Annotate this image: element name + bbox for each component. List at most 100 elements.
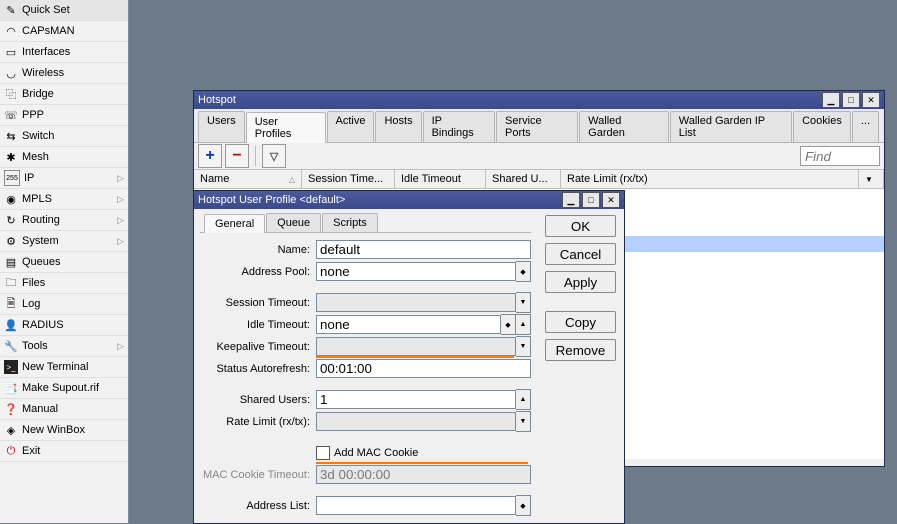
sidebar-item-capsman[interactable]: ◠CAPsMAN: [0, 21, 128, 42]
sidebar-item-switch[interactable]: ⇆Switch: [0, 126, 128, 147]
tab-walled-garden-ip[interactable]: Walled Garden IP List: [670, 111, 792, 142]
tab-cookies[interactable]: Cookies: [793, 111, 851, 142]
tab-ip-bindings[interactable]: IP Bindings: [423, 111, 495, 142]
address-pool-dropdown[interactable]: ◆: [516, 261, 531, 282]
sidebar-item-make-supout[interactable]: 📑Make Supout.rif: [0, 378, 128, 399]
session-timeout-toggle[interactable]: ▼: [516, 292, 531, 313]
system-icon: ⚙: [4, 234, 18, 248]
sidebar-item-new-terminal[interactable]: >_New Terminal: [0, 357, 128, 378]
col-session-timeout[interactable]: Session Time...: [302, 170, 395, 188]
sidebar-item-wireless[interactable]: ◡Wireless: [0, 63, 128, 84]
idle-timeout-toggle[interactable]: ▲: [516, 314, 531, 335]
switch-icon: ⇆: [4, 129, 18, 143]
col-idle-timeout[interactable]: Idle Timeout: [395, 170, 486, 188]
status-autorefresh-input[interactable]: [316, 359, 531, 378]
sidebar-item-new-winbox[interactable]: ◈New WinBox: [0, 420, 128, 441]
cancel-button[interactable]: Cancel: [545, 243, 616, 265]
queues-icon: ▤: [4, 255, 18, 269]
minimize-button[interactable]: ▁: [562, 192, 580, 208]
tab-hosts[interactable]: Hosts: [375, 111, 421, 142]
close-button[interactable]: ✕: [602, 192, 620, 208]
sidebar-item-files[interactable]: 🗀Files: [0, 273, 128, 294]
sidebar-item-system[interactable]: ⚙System▷: [0, 231, 128, 252]
tab-service-ports[interactable]: Service Ports: [496, 111, 578, 142]
ok-button[interactable]: OK: [545, 215, 616, 237]
col-rate-limit[interactable]: Rate Limit (rx/tx): [561, 170, 859, 188]
tab-walled-garden[interactable]: Walled Garden: [579, 111, 669, 142]
col-name[interactable]: Name△: [194, 170, 302, 188]
add-mac-cookie-label: Add MAC Cookie: [334, 447, 418, 459]
sidebar-item-radius[interactable]: 👤RADIUS: [0, 315, 128, 336]
tab-user-profiles[interactable]: User Profiles: [246, 112, 326, 143]
ip-icon: 255: [4, 170, 20, 186]
sidebar-item-interfaces[interactable]: ▭Interfaces: [0, 42, 128, 63]
profile-title-bar[interactable]: Hotspot User Profile <default> ▁ □ ✕: [194, 191, 624, 209]
tab-queue[interactable]: Queue: [266, 213, 321, 232]
session-timeout-label: Session Timeout:: [200, 297, 316, 309]
hotspot-title-bar[interactable]: Hotspot ▁ □ ✕: [194, 91, 884, 109]
session-timeout-input[interactable]: [316, 293, 516, 312]
sidebar-item-ppp[interactable]: ☏PPP: [0, 105, 128, 126]
idle-timeout-dropdown[interactable]: ◆: [501, 314, 516, 335]
col-shared-users[interactable]: Shared U...: [486, 170, 561, 188]
radius-icon: 👤: [4, 318, 18, 332]
sidebar-item-mpls[interactable]: ◉MPLS▷: [0, 189, 128, 210]
sidebar-item-tools[interactable]: 🔧Tools▷: [0, 336, 128, 357]
profile-title: Hotspot User Profile <default>: [198, 194, 560, 206]
chevron-right-icon: ▷: [117, 215, 124, 226]
capsman-icon: ◠: [4, 24, 18, 38]
rate-limit-toggle[interactable]: ▼: [516, 411, 531, 432]
rate-limit-input[interactable]: [316, 412, 516, 431]
dialog-buttons: OK Cancel Apply Copy Remove: [537, 209, 624, 519]
keepalive-timeout-toggle[interactable]: ▼: [516, 336, 531, 357]
minimize-button[interactable]: ▁: [822, 92, 840, 108]
separator: [255, 146, 256, 166]
columns-dropdown[interactable]: ▼: [859, 170, 884, 188]
tab-general[interactable]: General: [204, 214, 265, 233]
address-pool-input[interactable]: [316, 262, 516, 281]
shared-users-input[interactable]: [316, 390, 516, 409]
tools-icon: 🔧: [4, 339, 18, 353]
name-input[interactable]: [316, 240, 531, 259]
sidebar-item-exit[interactable]: ⏻Exit: [0, 441, 128, 462]
chevron-right-icon: ▷: [117, 194, 124, 205]
maximize-button[interactable]: □: [582, 192, 600, 208]
remove-button[interactable]: −: [225, 144, 249, 168]
files-icon: 🗀: [4, 276, 18, 290]
grid-header: Name△ Session Time... Idle Timeout Share…: [194, 170, 884, 189]
sidebar-item-ip[interactable]: 255IP▷: [0, 168, 128, 189]
address-list-dropdown[interactable]: ◆: [516, 495, 531, 516]
sidebar-item-bridge[interactable]: ⿻Bridge: [0, 84, 128, 105]
remove-profile-button[interactable]: Remove: [545, 339, 616, 361]
sidebar-item-quick-set[interactable]: ✎Quick Set: [0, 0, 128, 21]
sidebar-item-queues[interactable]: ▤Queues: [0, 252, 128, 273]
terminal-icon: >_: [4, 360, 18, 374]
mpls-icon: ◉: [4, 192, 18, 206]
manual-icon: ❓: [4, 402, 18, 416]
idle-timeout-input[interactable]: [316, 315, 501, 334]
add-mac-cookie-checkbox[interactable]: [316, 446, 330, 460]
apply-button[interactable]: Apply: [545, 271, 616, 293]
exit-icon: ⏻: [4, 444, 18, 458]
add-button[interactable]: +: [198, 144, 222, 168]
mac-cookie-timeout-input[interactable]: [316, 465, 531, 484]
tab-users[interactable]: Users: [198, 111, 245, 142]
tab-more[interactable]: ...: [852, 111, 879, 142]
copy-button[interactable]: Copy: [545, 311, 616, 333]
find-input[interactable]: [800, 146, 880, 166]
sidebar-item-mesh[interactable]: ✱Mesh: [0, 147, 128, 168]
workspace: Hotspot ▁ □ ✕ Users User Profiles Active…: [129, 0, 897, 523]
address-list-input[interactable]: [316, 496, 516, 515]
shared-users-toggle[interactable]: ▲: [516, 389, 531, 410]
sidebar-item-manual[interactable]: ❓Manual: [0, 399, 128, 420]
maximize-button[interactable]: □: [842, 92, 860, 108]
tab-scripts[interactable]: Scripts: [322, 213, 378, 232]
hotspot-toolbar: + − ▽: [194, 143, 884, 170]
keepalive-timeout-input[interactable]: [316, 337, 516, 356]
tab-active[interactable]: Active: [327, 111, 375, 142]
sidebar-item-log[interactable]: 🗎Log: [0, 294, 128, 315]
sidebar-item-routing[interactable]: ↻Routing▷: [0, 210, 128, 231]
close-button[interactable]: ✕: [862, 92, 880, 108]
profile-tabs: General Queue Scripts: [200, 211, 531, 233]
filter-button[interactable]: ▽: [262, 144, 286, 168]
